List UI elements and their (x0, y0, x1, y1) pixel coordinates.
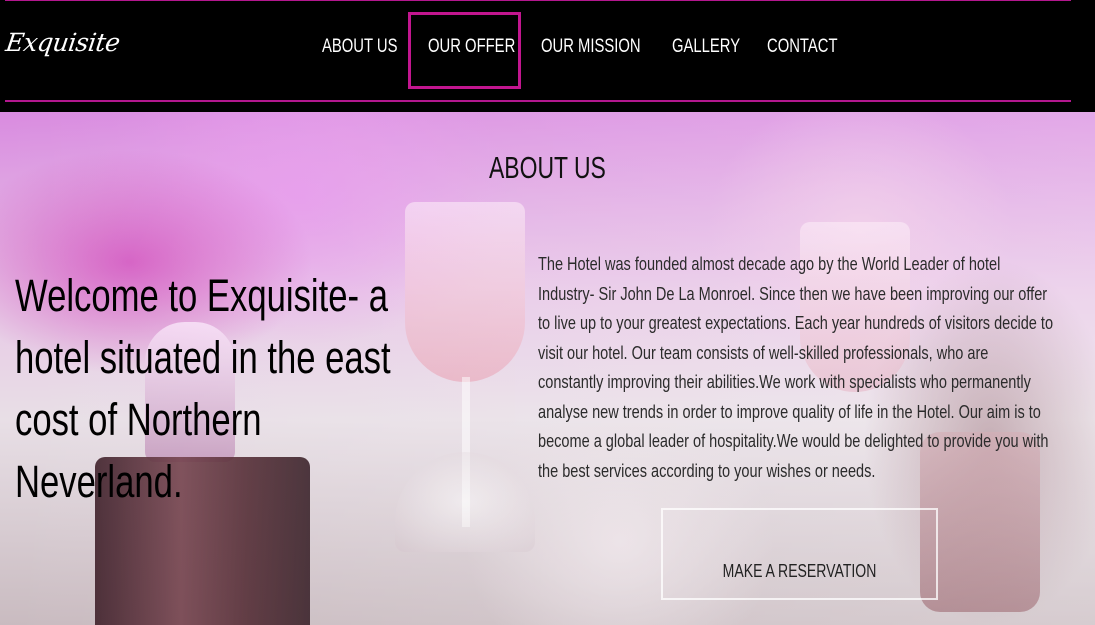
nav-contact[interactable]: CONTACT (767, 36, 838, 66)
make-reservation-button[interactable]: MAKE A RESERVATION (661, 508, 938, 600)
header-top-rule (5, 0, 1071, 1)
logo[interactable]: Exquisite (4, 28, 122, 57)
nav-about-us[interactable]: ABOUT US (322, 36, 397, 66)
welcome-headline: Welcome to Exquisite- a hotel situated i… (15, 270, 391, 507)
make-reservation-label: MAKE A RESERVATION (722, 560, 877, 581)
nav-our-mission[interactable]: OUR MISSION (541, 36, 641, 66)
about-paragraph: The Hotel was founded almost decade ago … (538, 253, 1054, 481)
site-header: Exquisite ABOUT US OUR OFFER OUR MISSION… (0, 0, 1095, 112)
nav-our-offer[interactable]: OUR OFFER (428, 36, 515, 66)
header-bottom-rule (5, 100, 1071, 102)
about-us-heading: ABOUT US (489, 150, 606, 185)
nav-gallery[interactable]: GALLERY (672, 36, 740, 66)
